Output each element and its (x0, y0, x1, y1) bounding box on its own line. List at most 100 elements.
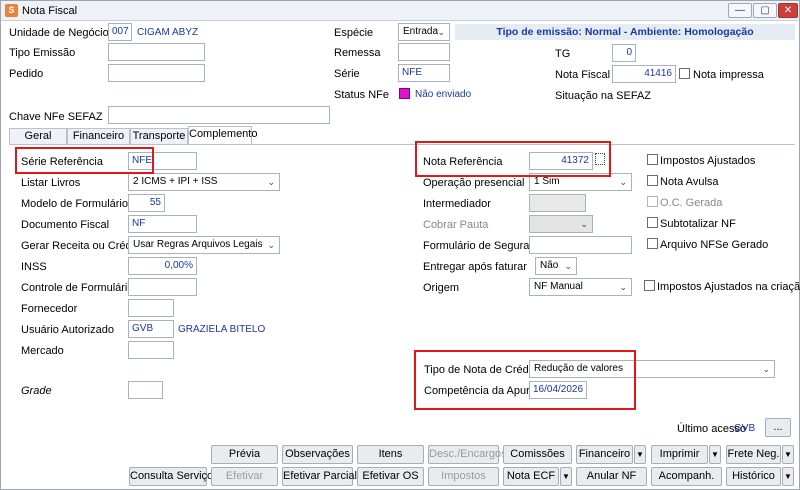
controle-formulario-input[interactable] (128, 278, 197, 296)
unidade-label: Unidade de Negócio (9, 27, 109, 39)
oc-gerada-checkbox[interactable] (647, 196, 658, 207)
tg-label: TG (555, 48, 571, 60)
especie-value: Entrada (403, 26, 439, 37)
documento-fiscal-input[interactable]: NF (128, 215, 197, 233)
unidade-name: CIGAM ABYZ (137, 27, 199, 38)
frete-neg-dropdown-icon[interactable]: ▼ (782, 445, 794, 464)
historico-dropdown-icon[interactable]: ▼ (782, 467, 794, 486)
origem-select[interactable]: NF Manual ⌄ (529, 278, 632, 296)
title-bar: S Nota Fiscal — ▢ ✕ (1, 1, 799, 21)
cobrar-pauta-select[interactable]: ⌄ (529, 215, 593, 233)
serie-input[interactable]: NFE (398, 64, 450, 82)
ultimo-acesso-value: GVB (734, 423, 756, 434)
operacao-presencial-label: Operação presencial (423, 177, 525, 189)
especie-select[interactable]: Entrada ⌄ (398, 23, 450, 41)
efetivar-parcial-button[interactable]: Efetivar Parcial (282, 467, 357, 486)
gerar-receita-label: Gerar Receita ou Crédito (21, 240, 144, 252)
remessa-input[interactable] (398, 43, 450, 61)
especie-label: Espécie (334, 27, 374, 39)
nota-fiscal-label: Nota Fiscal (555, 69, 611, 81)
modelo-formulario-label: Modelo de Formulário (21, 198, 128, 210)
nota-ecf-button[interactable]: Nota ECF (503, 467, 559, 486)
formulario-seguranca-input[interactable] (529, 236, 632, 254)
maximize-button[interactable]: ▢ (753, 3, 777, 18)
chevron-down-icon: ⌄ (619, 282, 627, 292)
tab-transporte[interactable]: Transporte (130, 128, 188, 145)
pedido-label: Pedido (9, 68, 44, 80)
impostos-button[interactable]: Impostos (428, 467, 499, 486)
controle-formulario-label: Controle de Formulário (21, 282, 134, 294)
mercado-label: Mercado (21, 345, 64, 357)
nota-fiscal-input[interactable]: 41416 (612, 65, 676, 83)
consulta-servicos-button[interactable]: Consulta Serviços (129, 467, 219, 486)
observacoes-button[interactable]: Observações (282, 445, 353, 464)
imprimir-button[interactable]: Imprimir (651, 445, 708, 464)
tab-geral[interactable]: Geral (9, 128, 67, 145)
entregar-apos-value: Não (540, 260, 559, 271)
pedido-input[interactable] (108, 64, 205, 82)
subtotalizar-checkbox[interactable] (647, 217, 658, 228)
imprimir-dropdown-icon[interactable]: ▼ (709, 445, 721, 464)
listar-livros-value: 2 ICMS + IPI + ISS (133, 176, 218, 187)
chevron-down-icon: ⌄ (267, 240, 275, 250)
emissao-banner: Tipo de emissão: Normal - Ambiente: Homo… (455, 24, 795, 40)
intermediador-label: Intermediador (423, 198, 491, 210)
tg-input[interactable]: 0 (612, 44, 636, 62)
modelo-formulario-input[interactable]: 55 (128, 194, 165, 212)
unidade-code-input[interactable]: 007 (108, 23, 132, 41)
grade-input[interactable] (128, 381, 163, 399)
grade-label: Grade (21, 385, 52, 397)
previa-button[interactable]: Prévia (211, 445, 278, 464)
operacao-presencial-value: 1 Sim (534, 176, 560, 187)
fornecedor-input[interactable] (128, 299, 174, 317)
efetivar-button[interactable]: Efetivar (211, 467, 278, 486)
status-swatch-icon (399, 88, 410, 99)
frete-neg-button[interactable]: Frete Neg. (726, 445, 781, 464)
mercado-input[interactable] (128, 341, 174, 359)
entregar-apos-label: Entregar após faturar (423, 261, 527, 273)
arquivo-nfse-label: Arquivo NFSe Gerado (660, 239, 769, 251)
highlight-nota-referencia (415, 141, 611, 177)
gerar-receita-value: Usar Regras Arquivos Legais (133, 239, 263, 250)
nota-avulsa-label: Nota Avulsa (660, 176, 719, 188)
comissoes-button[interactable]: Comissões (503, 445, 572, 464)
arquivo-nfse-checkbox[interactable] (647, 238, 658, 249)
itens-button[interactable]: Itens (357, 445, 424, 464)
gerar-receita-select[interactable]: Usar Regras Arquivos Legais ⌄ (128, 236, 280, 254)
tab-complemento[interactable]: Complemento (188, 126, 257, 145)
more-button[interactable]: ... (765, 418, 791, 437)
highlight-nota-credito (414, 350, 636, 410)
inss-input[interactable]: 0,00% (128, 257, 197, 275)
historico-button[interactable]: Histórico (726, 467, 781, 486)
usuario-autorizado-input[interactable]: GVB (128, 320, 174, 338)
minimize-button[interactable]: — (728, 3, 752, 18)
tab-financeiro[interactable]: Financeiro (67, 128, 130, 145)
tipo-emissao-input[interactable] (108, 43, 205, 61)
chave-nfe-input[interactable] (108, 106, 330, 124)
listar-livros-select[interactable]: 2 ICMS + IPI + ISS ⌄ (128, 173, 280, 191)
efetivar-os-button[interactable]: Efetivar OS (357, 467, 424, 486)
close-button[interactable]: ✕ (778, 3, 798, 18)
chave-nfe-label: Chave NFe SEFAZ (9, 111, 103, 123)
nota-ecf-dropdown-icon[interactable]: ▼ (560, 467, 572, 486)
status-nfe-label: Status NFe (334, 89, 390, 101)
acompanh-button[interactable]: Acompanh. (651, 467, 722, 486)
inss-label: INSS (21, 261, 47, 273)
entregar-apos-select[interactable]: Não ⌄ (535, 257, 577, 275)
impostos-criacao-checkbox[interactable] (644, 280, 655, 291)
financeiro-dropdown-icon[interactable]: ▼ (634, 445, 646, 464)
intermediador-input[interactable] (529, 194, 586, 212)
situacao-sefaz-label: Situação na SEFAZ (555, 90, 651, 102)
highlight-serie-referencia (15, 147, 154, 174)
fornecedor-label: Fornecedor (21, 303, 78, 315)
anular-nf-button[interactable]: Anular NF (576, 467, 647, 486)
listar-livros-label: Listar Livros (21, 177, 81, 189)
desc-encargos-button[interactable]: Desc./Encargos (428, 445, 507, 464)
serie-label: Série (334, 68, 360, 80)
nota-impressa-checkbox[interactable] (679, 68, 690, 79)
financeiro-button[interactable]: Financeiro (576, 445, 633, 464)
chevron-down-icon: ⌄ (437, 27, 445, 37)
nota-avulsa-checkbox[interactable] (647, 175, 658, 186)
chevron-down-icon: ⌄ (619, 177, 627, 187)
impostos-ajustados-checkbox[interactable] (647, 154, 658, 165)
